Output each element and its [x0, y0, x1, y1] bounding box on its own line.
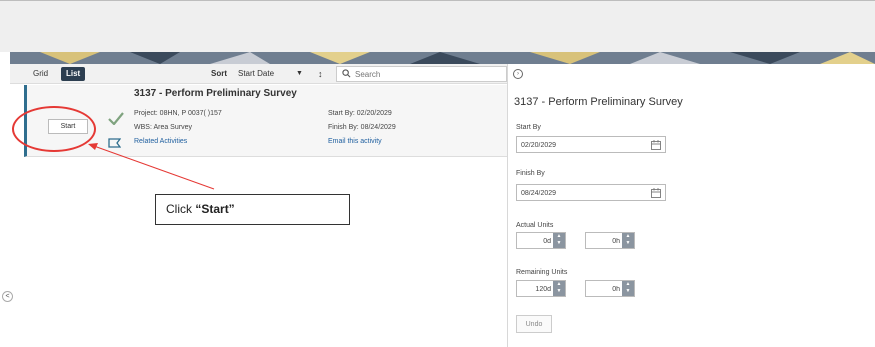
sort-select[interactable]: Start Date: [233, 67, 279, 81]
instruction-callout: Click “Start”: [155, 194, 350, 225]
actual-units-day-stepper[interactable]: ▲▼: [516, 232, 566, 249]
start-highlight-circle: [12, 106, 96, 152]
list-toolbar: Grid List Sort Start Date ▼ ↕: [10, 64, 507, 84]
search-input[interactable]: [355, 68, 503, 81]
actual-units-hour-stepper[interactable]: ▲▼: [585, 232, 635, 249]
finish-by-field[interactable]: [516, 184, 666, 201]
start-by-label: Start By: [516, 124, 541, 131]
finish-by-input[interactable]: [521, 188, 641, 199]
remaining-units-day-input[interactable]: [519, 284, 551, 295]
calendar-icon[interactable]: [651, 140, 661, 150]
search-icon: [342, 69, 351, 78]
start-by-field[interactable]: [516, 136, 666, 153]
spin-arrows-icon[interactable]: ▲ ▼: [622, 233, 634, 248]
search-box[interactable]: [336, 66, 507, 82]
callout-prefix: Click: [166, 202, 196, 216]
remaining-units-hour-input[interactable]: [588, 284, 620, 295]
actual-units-hour-input[interactable]: [588, 236, 620, 247]
activity-card[interactable]: 3137 - Perform Preliminary Survey Start …: [24, 85, 507, 157]
remaining-units-day-stepper[interactable]: ▲▼: [516, 280, 566, 297]
calendar-icon[interactable]: [651, 188, 661, 198]
spin-arrows-icon[interactable]: ▲ ▼: [553, 233, 565, 248]
actual-units-label: Actual Units: [516, 222, 554, 229]
remaining-units-label: Remaining Units: [516, 269, 568, 276]
spin-arrows-icon[interactable]: ▲ ▼: [622, 281, 634, 296]
callout-action: “Start”: [195, 202, 235, 216]
email-activity-link[interactable]: Email this activity: [328, 138, 382, 145]
list-view-button[interactable]: List: [61, 67, 86, 81]
header-banner: [10, 52, 875, 64]
start-by-input[interactable]: [521, 140, 641, 151]
start-by-text: Start By: 02/20/2029: [328, 110, 392, 117]
remaining-units-hour-stepper[interactable]: ▲▼: [585, 280, 635, 297]
undo-button[interactable]: Undo: [516, 315, 552, 333]
detail-title: 3137 - Perform Preliminary Survey: [514, 96, 683, 108]
finish-by-label: Finish By: [516, 170, 545, 177]
project-text: Project: 08HN, P 0037( )157: [134, 110, 222, 117]
caret-down-icon[interactable]: ▼: [291, 67, 308, 81]
wbs-text: WBS: Area Survey: [134, 124, 192, 131]
activity-detail-pane: › 3137 - Perform Preliminary Survey Star…: [508, 64, 875, 347]
finish-by-text: Finish By: 08/24/2029: [328, 124, 396, 131]
info-icon[interactable]: ›: [513, 69, 523, 79]
sort-label: Sort: [211, 69, 227, 78]
sort-order-icon[interactable]: ↕: [313, 67, 328, 81]
flag-icon[interactable]: [108, 138, 121, 148]
chevron-left-icon[interactable]: <: [2, 291, 13, 302]
activity-title: 3137 - Perform Preliminary Survey: [134, 88, 297, 99]
spin-arrows-icon[interactable]: ▲ ▼: [553, 281, 565, 296]
actual-units-day-input[interactable]: [519, 236, 551, 247]
top-bar: [0, 0, 875, 52]
related-activities-link[interactable]: Related Activities: [134, 138, 187, 145]
check-icon: [108, 112, 124, 125]
grid-view-button[interactable]: Grid: [28, 67, 53, 81]
